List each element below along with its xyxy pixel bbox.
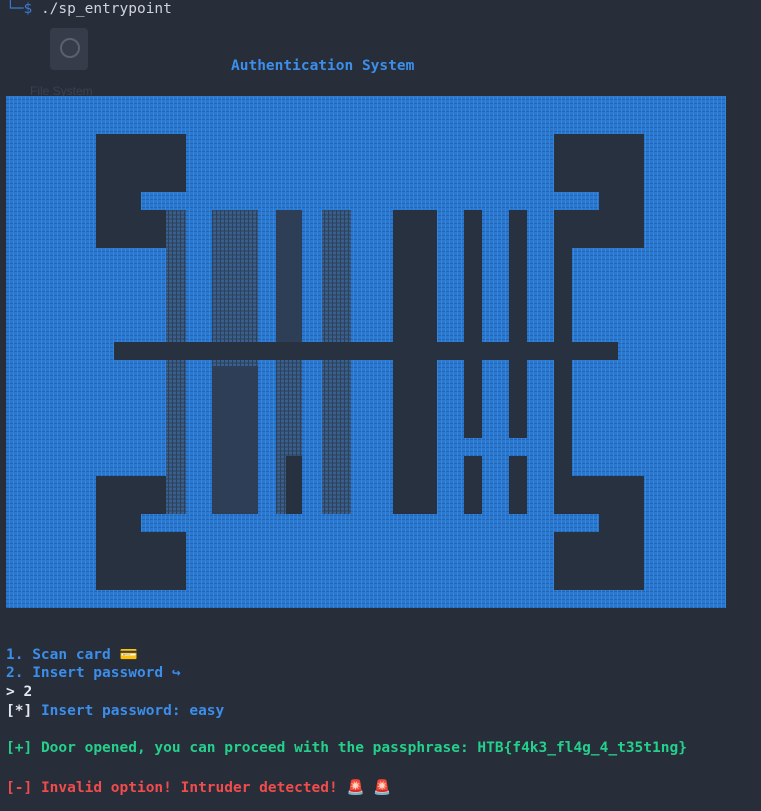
- banner-title: Authentication System: [231, 58, 415, 74]
- user-input-line[interactable]: > 2: [6, 684, 32, 700]
- alarm-siren-icon: 🚨 🚨: [346, 780, 392, 796]
- success-line: [+] Door opened, you can proceed with th…: [6, 740, 687, 756]
- card-icon: 💳: [119, 647, 138, 663]
- insert-password-line: [*] Insert password: easy: [6, 703, 225, 719]
- user-input-value: 2: [23, 684, 33, 700]
- art-left-dark-3: [286, 456, 302, 514]
- art-top-band: [141, 192, 599, 210]
- art-left-dark-1: [276, 210, 302, 350]
- art-bottom-band: [141, 514, 599, 532]
- art-mid-bar: [114, 342, 618, 360]
- menu-option-insert-password: 2. Insert password ↪: [6, 665, 181, 681]
- command-text: ./sp_entrypoint: [40, 1, 172, 17]
- return-arrow-icon: ↪: [171, 665, 181, 681]
- ascii-door-art: [6, 96, 726, 608]
- terminal-prompt: └─$ ./sp_entrypoint: [6, 1, 172, 17]
- art-left-stripe-1: [186, 210, 212, 514]
- art-bar-4: [554, 210, 572, 514]
- disk-icon[interactable]: [50, 28, 88, 70]
- art-bar-1: [393, 210, 437, 514]
- art-right-band: [437, 438, 554, 456]
- art-left-stripe-2: [258, 210, 276, 514]
- menu-option-scan-card: 1. Scan card 💳: [6, 647, 138, 663]
- art-bar-3: [509, 210, 527, 514]
- error-line: [-] Invalid option! Intruder detected! 🚨…: [6, 780, 392, 796]
- art-bar-2: [464, 210, 482, 514]
- prompt-symbol: └─$: [6, 1, 33, 17]
- art-left-stripe-3: [302, 210, 322, 514]
- art-left-dark-2: [212, 366, 258, 514]
